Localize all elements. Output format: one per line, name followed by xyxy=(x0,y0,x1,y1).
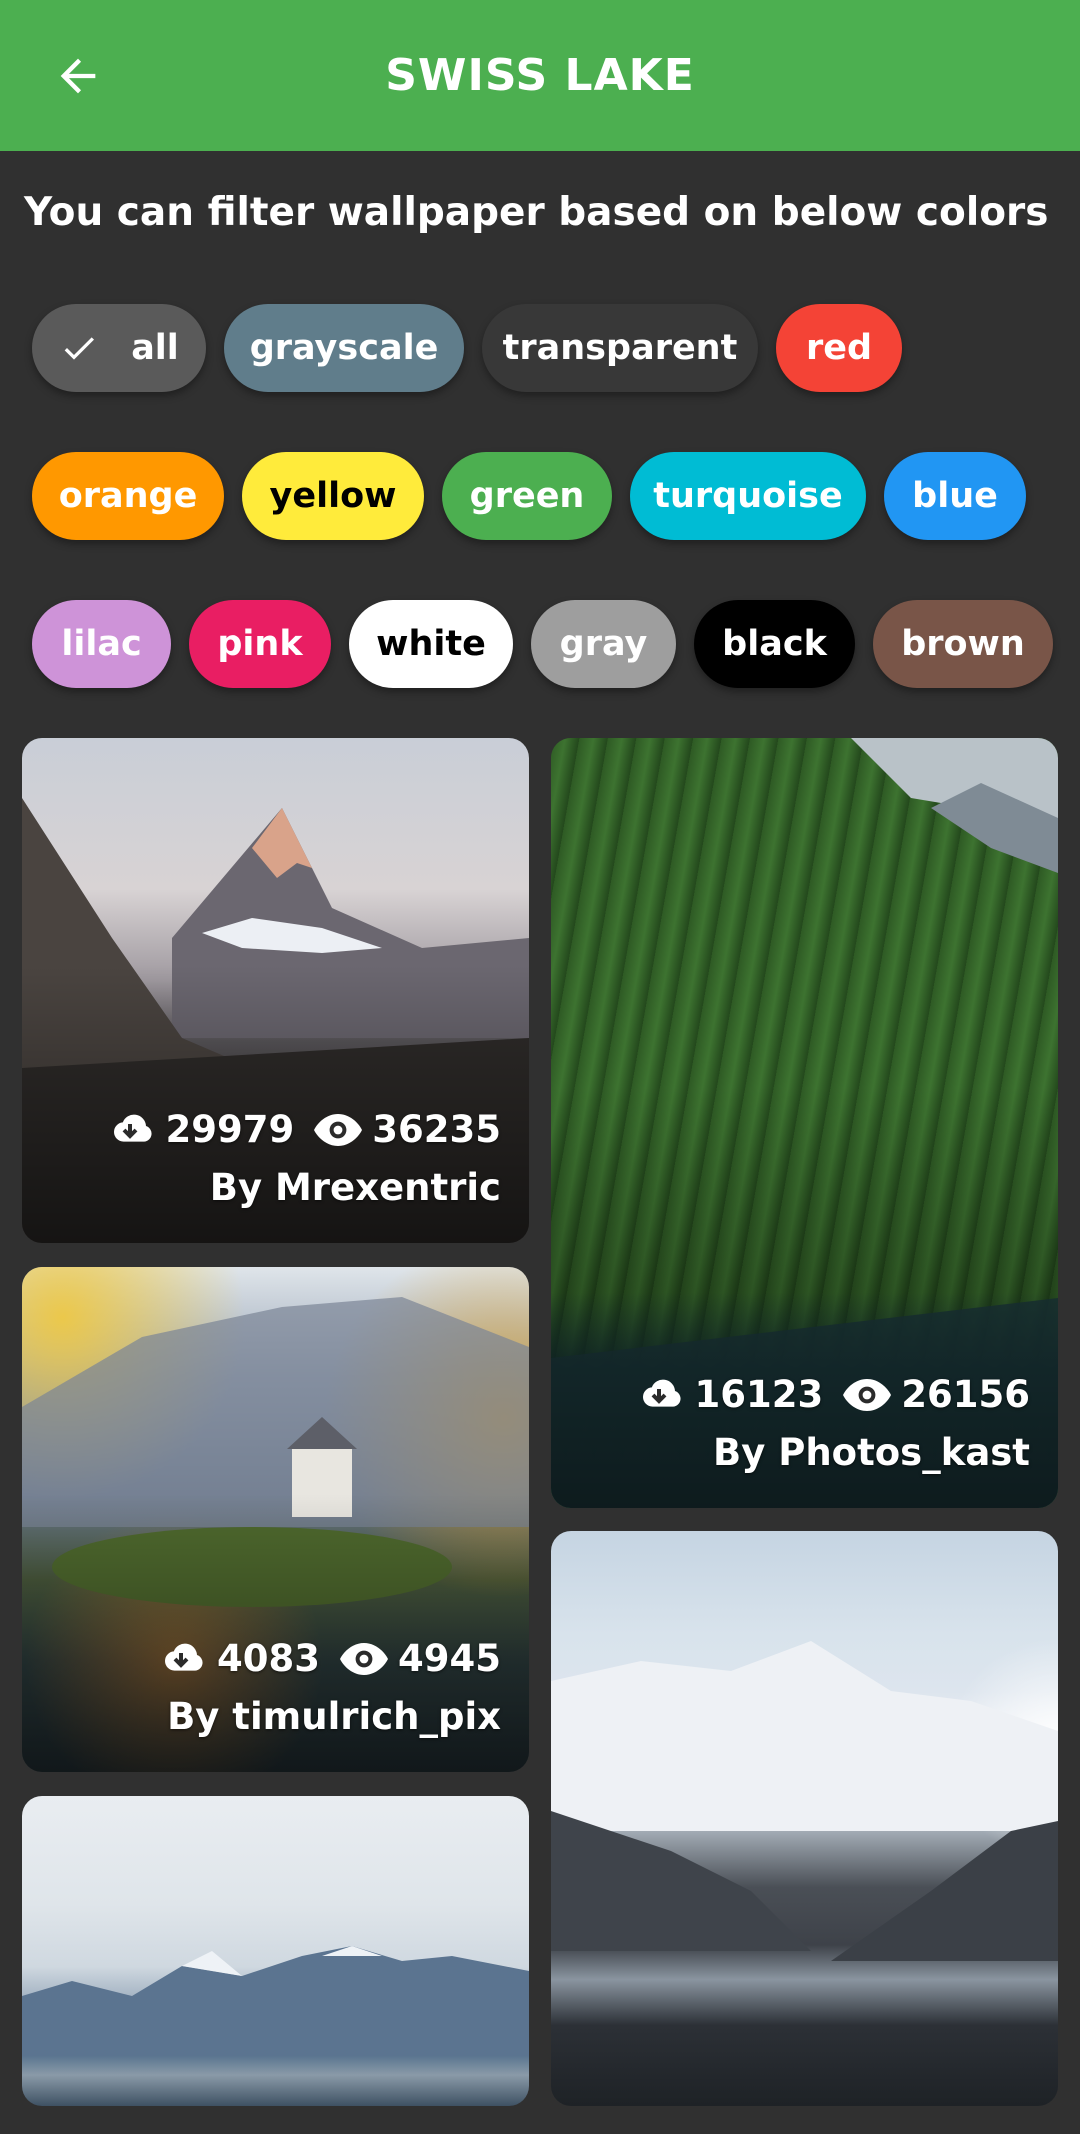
chip-label: gray xyxy=(559,624,648,664)
chip-label: white xyxy=(376,624,486,664)
chip-label: brown xyxy=(901,624,1025,664)
cloud-download-icon xyxy=(104,1110,156,1150)
wallpaper-stats: 4083 4945 xyxy=(155,1637,501,1680)
download-count: 16123 xyxy=(694,1373,824,1416)
wallpaper-card[interactable] xyxy=(551,1531,1058,2106)
mountain-range-illustration xyxy=(22,1946,529,2056)
check-icon xyxy=(59,328,99,368)
download-count: 29979 xyxy=(165,1108,295,1151)
chip-black[interactable]: black xyxy=(694,600,855,688)
wallpaper-card[interactable] xyxy=(22,1796,529,2106)
view-count: 36235 xyxy=(372,1108,501,1151)
eye-icon xyxy=(340,1642,389,1676)
color-filter-row-3: lilac pink white gray black brown xyxy=(32,600,1053,688)
app-bar: SWISS LAKE xyxy=(0,0,1080,151)
chip-label: red xyxy=(805,328,873,368)
chip-pink[interactable]: pink xyxy=(189,600,331,688)
download-count: 4083 xyxy=(217,1637,321,1680)
chip-label: pink xyxy=(217,624,303,664)
chip-label: yellow xyxy=(269,476,397,516)
chip-green[interactable]: green xyxy=(442,452,612,540)
chip-all[interactable]: all xyxy=(32,304,206,392)
color-filter-row-1: all grayscale transparent red xyxy=(32,304,902,392)
chip-label: blue xyxy=(912,476,998,516)
wallpaper-card[interactable]: 29979 36235 By Mrexentric xyxy=(22,738,529,1243)
view-count: 26156 xyxy=(901,1373,1030,1416)
chip-turquoise[interactable]: turquoise xyxy=(630,452,866,540)
wallpaper-stats: 29979 36235 xyxy=(104,1108,501,1151)
color-filter-row-2: orange yellow green turquoise blue xyxy=(32,452,1026,540)
cloud-download-icon xyxy=(155,1639,207,1679)
chip-lilac[interactable]: lilac xyxy=(32,600,171,688)
chip-red[interactable]: red xyxy=(776,304,902,392)
chip-label: lilac xyxy=(61,624,142,664)
chip-label: all xyxy=(131,328,179,368)
wallpaper-card[interactable]: 16123 26156 By Photos_kast xyxy=(551,738,1058,1508)
chip-label: orange xyxy=(58,476,198,516)
view-count: 4945 xyxy=(398,1637,501,1680)
chip-blue[interactable]: blue xyxy=(884,452,1026,540)
author-name: By Photos_kast xyxy=(713,1431,1030,1474)
eye-icon xyxy=(843,1378,892,1412)
filter-prompt: You can filter wallpaper based on below … xyxy=(24,190,1049,235)
chip-label: turquoise xyxy=(653,476,843,516)
author-name: By timulrich_pix xyxy=(167,1695,501,1738)
chip-transparent[interactable]: transparent xyxy=(482,304,758,392)
chip-yellow[interactable]: yellow xyxy=(242,452,424,540)
chip-gray[interactable]: gray xyxy=(531,600,676,688)
wallpaper-stats: 16123 26156 xyxy=(633,1373,1030,1416)
wallpaper-card[interactable]: 4083 4945 By timulrich_pix xyxy=(22,1267,529,1772)
chip-orange[interactable]: orange xyxy=(32,452,224,540)
chip-white[interactable]: white xyxy=(349,600,513,688)
author-name: By Mrexentric xyxy=(209,1166,501,1209)
chip-grayscale[interactable]: grayscale xyxy=(224,304,464,392)
chip-label: grayscale xyxy=(249,328,439,368)
chip-label: green xyxy=(469,476,585,516)
snowy-mountain-illustration xyxy=(551,1641,1058,1961)
chip-label: transparent xyxy=(502,328,738,368)
cloud-download-icon xyxy=(633,1375,685,1415)
eye-icon xyxy=(314,1113,363,1147)
chip-brown[interactable]: brown xyxy=(873,600,1053,688)
page-title: SWISS LAKE xyxy=(385,50,695,101)
chip-label: black xyxy=(722,624,827,664)
